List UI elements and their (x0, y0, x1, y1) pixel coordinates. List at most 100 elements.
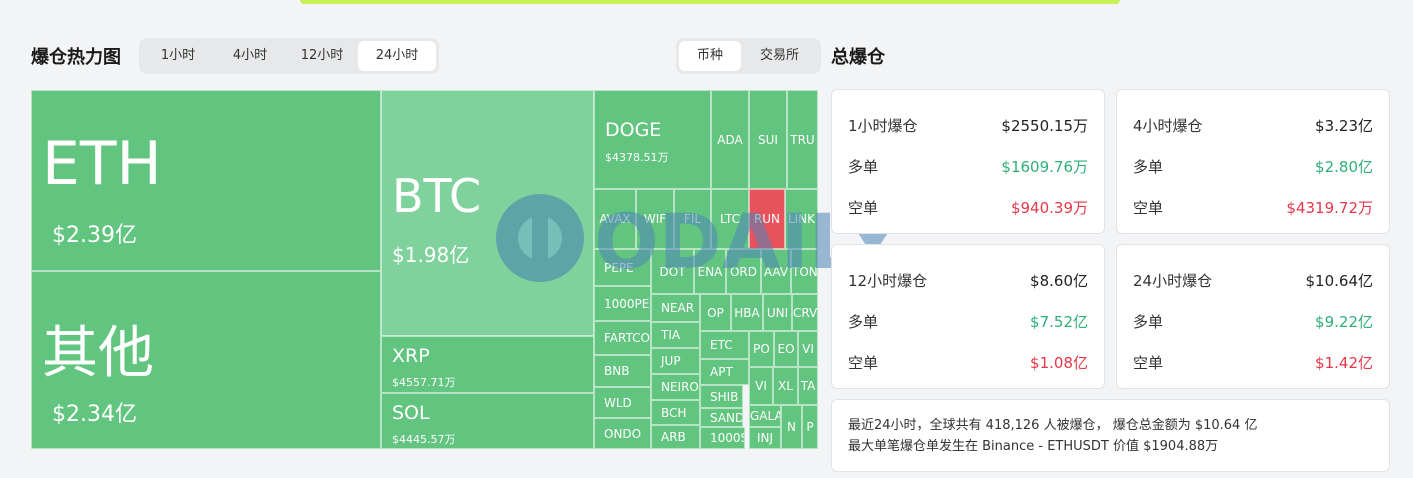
tile-wif[interactable]: WIF (636, 189, 674, 249)
tile-trump[interactable]: TRU (787, 90, 818, 189)
tile-etc[interactable]: ETC (700, 331, 749, 359)
tile-ordi[interactable]: ORD (726, 249, 761, 294)
tile-op[interactable]: OP (700, 294, 731, 331)
tile-pepe[interactable]: PEPE (594, 249, 651, 286)
tile-gala-symbol: GALA (750, 409, 781, 423)
tile-other-amount: $2.34亿 (52, 402, 137, 427)
range-4h[interactable]: 4小时 (214, 41, 286, 71)
tile-vi1[interactable]: VI (798, 331, 818, 367)
tile-avax[interactable]: AVAX (594, 189, 636, 249)
tile-near[interactable]: NEAR (651, 294, 700, 322)
tile-link-symbol: LINK (787, 212, 816, 226)
tile-doge[interactable]: DOGE $4378.51万 (594, 90, 711, 189)
card-24h-label: 24小时爆仓 (1133, 272, 1213, 290)
card-4h-short: $4319.72万 (1286, 199, 1373, 217)
tile-eos[interactable]: EO (774, 331, 798, 367)
tile-ta-symbol: TA (800, 379, 816, 393)
tile-pol[interactable]: PO (749, 331, 774, 367)
tile-n-symbol: N (787, 420, 796, 434)
tile-n[interactable]: N (781, 405, 802, 449)
tile-bch[interactable]: BCH (651, 400, 700, 425)
range-24h[interactable]: 24小时 (358, 41, 436, 71)
tile-apt[interactable]: APT (700, 359, 749, 385)
card-12h-total: $8.60亿 (1030, 272, 1088, 290)
tile-dot-symbol: DOT (659, 264, 686, 279)
card-12h-long-label: 多单 (848, 313, 879, 331)
summary-line-2: 最大单笔爆仓单发生在 Binance - ETHUSDT 价值 $1904.88… (848, 439, 1219, 454)
tile-hbar[interactable]: HBA (731, 294, 763, 331)
card-1h-label: 1小时爆仓 (848, 117, 918, 135)
tile-ena-symbol: ENA (697, 264, 723, 279)
tile-p[interactable]: P (802, 405, 818, 449)
tile-bnb[interactable]: BNB (594, 355, 651, 387)
tile-crv[interactable]: CRV (792, 294, 818, 331)
tile-1000s[interactable]: 1000SA (700, 427, 745, 449)
heatmap-title: 爆仓热力图 (31, 47, 121, 68)
tile-vi2[interactable]: VI (749, 367, 773, 405)
tile-sui[interactable]: SUI (749, 90, 787, 189)
tile-other[interactable]: 其他 $2.34亿 (31, 271, 381, 449)
tile-pol-symbol: PO (753, 342, 770, 356)
type-exchange[interactable]: 交易所 (741, 41, 818, 71)
tile-fil[interactable]: FIL (674, 189, 711, 249)
tile-fil-symbol: FIL (683, 212, 702, 226)
tile-avax-symbol: AVAX (599, 212, 631, 226)
time-range-selector: 1小时 4小时 12小时 24小时 (139, 38, 439, 74)
tile-shib[interactable]: SHIB (700, 385, 743, 408)
tile-arb[interactable]: ARB (651, 425, 700, 449)
card-4h-long: $2.80亿 (1315, 158, 1373, 176)
tile-xrp-symbol: XRP (392, 345, 430, 367)
tile-aave[interactable]: AAV (761, 249, 791, 294)
tile-jup[interactable]: JUP (651, 348, 700, 374)
tile-hbar-symbol: HBA (734, 305, 760, 320)
tile-sol[interactable]: SOL $4445.57万 (381, 393, 594, 449)
type-coin[interactable]: 币种 (679, 41, 741, 71)
tile-btc-symbol: BTC (392, 169, 482, 223)
tile-sol-symbol: SOL (392, 402, 430, 424)
tile-ada[interactable]: ADA (711, 90, 749, 189)
tile-link[interactable]: LINK (785, 189, 818, 249)
card-1h-long: $1609.76万 (1001, 158, 1088, 176)
tile-arb-symbol: ARB (661, 430, 686, 444)
tile-rune[interactable]: RUN (749, 189, 785, 249)
tile-xlm[interactable]: XL (773, 367, 798, 405)
tile-dot[interactable]: DOT (651, 249, 694, 294)
tile-ltc[interactable]: LTC (711, 189, 749, 249)
tile-eth[interactable]: ETH $2.39亿 (31, 90, 381, 271)
tile-tia[interactable]: TIA (651, 322, 700, 348)
tile-gala[interactable]: GALA (749, 405, 781, 427)
tile-wld-symbol: WLD (604, 395, 632, 410)
tile-ta[interactable]: TA (798, 367, 818, 405)
tile-uni[interactable]: UNI (763, 294, 792, 331)
tile-rune-symbol: RUN (753, 212, 781, 226)
tile-etc-symbol: ETC (710, 338, 733, 352)
tile-fartcoin[interactable]: FARTCOI (594, 321, 651, 355)
tile-wld[interactable]: WLD (594, 387, 651, 418)
top-accent-bar (300, 0, 1120, 4)
tile-pepe-symbol: PEPE (604, 260, 634, 275)
tile-btc[interactable]: BTC $1.98亿 (381, 90, 594, 336)
tile-trump-symbol: TRU (790, 132, 815, 147)
tile-vi2-symbol: VI (755, 379, 767, 393)
tile-ton[interactable]: TON (791, 249, 818, 294)
card-24h-short-label: 空单 (1133, 354, 1164, 372)
range-1h[interactable]: 1小时 (142, 41, 214, 71)
tile-ena[interactable]: ENA (694, 249, 726, 294)
tile-op-symbol: OP (707, 305, 724, 320)
card-1h: 1小时爆仓 $2550.15万 多单 $1609.76万 空单 $940.39万 (831, 89, 1105, 234)
tile-btc-amount: $1.98亿 (392, 243, 470, 267)
tile-crv-symbol: CRV (793, 305, 818, 320)
tile-p-symbol: P (806, 420, 814, 434)
tile-1000pepe-symbol: 1000PEP (604, 296, 650, 311)
tile-ondo[interactable]: ONDO (594, 418, 651, 449)
tile-neiro[interactable]: NEIRO (651, 374, 700, 400)
tile-1000pepe[interactable]: 1000PEP (594, 286, 651, 321)
tile-inj[interactable]: INJ (749, 427, 781, 449)
liquidation-treemap: ETH $2.39亿 其他 $2.34亿 BTC $1.98亿 XRP $455… (31, 90, 818, 449)
tile-xrp[interactable]: XRP $4557.71万 (381, 336, 594, 393)
tile-sand[interactable]: SAND (700, 408, 743, 427)
tile-sand-symbol: SAND (710, 410, 743, 425)
range-12h[interactable]: 12小时 (286, 41, 358, 71)
tile-aave-symbol: AAV (763, 264, 789, 279)
tile-eos-symbol: EO (777, 342, 795, 356)
